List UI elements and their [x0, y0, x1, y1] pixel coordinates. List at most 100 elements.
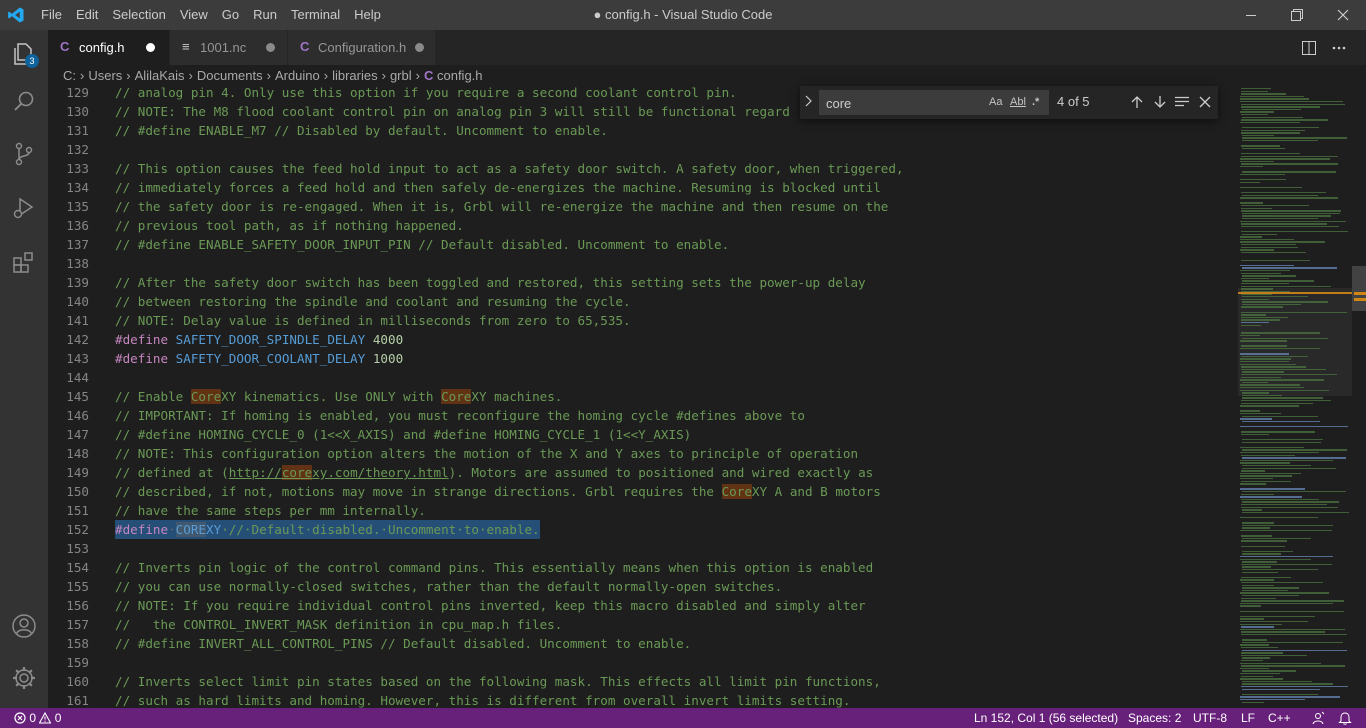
source-control-icon	[15, 142, 33, 166]
explorer-button[interactable]: 3	[0, 30, 48, 78]
problems-indicator[interactable]: 0 0	[14, 708, 61, 728]
minimap-line	[1242, 693, 1318, 696]
feedback-button[interactable]	[1311, 708, 1325, 728]
tab-config-h[interactable]: C config.h	[48, 30, 170, 65]
line-number: 144	[66, 370, 89, 385]
comment-text: XY machines.	[471, 389, 563, 404]
minimap-line	[1240, 410, 1261, 412]
minimap-line	[1242, 569, 1319, 571]
minimap-line	[1241, 600, 1344, 602]
breadcrumb-item[interactable]: Arduino	[275, 68, 320, 83]
unsaved-dot-icon[interactable]	[415, 43, 424, 52]
minimap-line	[1241, 153, 1300, 155]
minimap-line	[1241, 306, 1283, 308]
menu-run[interactable]: Run	[246, 0, 284, 30]
minimap-line	[1240, 389, 1330, 391]
minimap-line	[1240, 418, 1272, 420]
breadcrumb-item[interactable]: config.h	[437, 68, 483, 83]
tab-1001-nc[interactable]: ≡ 1001.nc	[170, 30, 288, 65]
minimap-line	[1241, 272, 1282, 274]
minimap-line	[1240, 160, 1274, 163]
minimap-line	[1240, 340, 1288, 342]
language-mode[interactable]: C++	[1268, 708, 1291, 728]
vertical-scrollbar[interactable]	[1352, 86, 1366, 708]
line-number: 143	[66, 351, 89, 366]
find-in-selection-button[interactable]	[1172, 92, 1192, 112]
next-match-button[interactable]	[1150, 92, 1170, 112]
match-whole-word-button[interactable]: Abl	[1010, 96, 1026, 110]
line-content: // defined at (http://corexy.com/theory.…	[115, 463, 873, 482]
previous-match-button[interactable]	[1127, 92, 1147, 112]
minimap-line	[1242, 566, 1271, 568]
code-line: 139 // After the safety door switch has b…	[48, 273, 1238, 292]
minimap-line	[1240, 202, 1263, 204]
code-editor[interactable]: 129 // analog pin 4. Only use this option…	[48, 86, 1238, 708]
minimap-line	[1240, 238, 1295, 241]
minimap-line	[1240, 696, 1340, 698]
minimap-line	[1242, 688, 1320, 690]
menu-selection[interactable]: Selection	[105, 0, 172, 30]
toggle-replace-button[interactable]	[804, 94, 816, 110]
minimap-line	[1240, 483, 1267, 485]
unsaved-dot-icon[interactable]	[146, 43, 155, 52]
breadcrumb-item[interactable]: grbl	[390, 68, 412, 83]
comment-text: // Inverts select limit pin states based…	[115, 674, 881, 689]
breadcrumb-item[interactable]: Documents	[197, 68, 263, 83]
line-content: // After the safety door switch has been…	[115, 273, 866, 292]
menu-file[interactable]: File	[34, 0, 69, 30]
end-of-line[interactable]: LF	[1241, 708, 1255, 728]
scrollbar-thumb[interactable]	[1352, 266, 1366, 311]
arrow-up-icon	[1131, 96, 1143, 108]
minimap-line	[1242, 511, 1349, 514]
line-number: 146	[66, 408, 89, 423]
minimap-line	[1241, 597, 1277, 599]
minimap-line	[1241, 207, 1272, 209]
breadcrumb-item[interactable]: libraries	[332, 68, 378, 83]
close-find-button[interactable]	[1195, 92, 1215, 112]
menu-go[interactable]: Go	[215, 0, 246, 30]
close-button[interactable]	[1320, 0, 1366, 30]
breadcrumb-item[interactable]: Users	[88, 68, 122, 83]
more-actions-button[interactable]	[1324, 30, 1354, 65]
minimap-line	[1240, 335, 1261, 337]
use-regex-button[interactable]: .*	[1032, 96, 1039, 110]
cursor-position[interactable]: Ln 152, Col 1 (56 selected)	[974, 708, 1118, 728]
encoding[interactable]: UTF-8	[1193, 708, 1227, 728]
split-editor-button[interactable]	[1294, 30, 1324, 65]
breadcrumb-chevron-icon: ›	[126, 68, 131, 83]
minimap-line	[1240, 556, 1333, 558]
minimize-button[interactable]	[1228, 0, 1274, 30]
minimap-line	[1242, 584, 1274, 586]
breadcrumb-item[interactable]: AlilaKais	[135, 68, 185, 83]
run-debug-button[interactable]	[0, 184, 48, 232]
search-button[interactable]	[0, 78, 48, 126]
minimap-line	[1242, 587, 1299, 589]
menu-help[interactable]: Help	[347, 0, 388, 30]
minimap-line	[1242, 449, 1348, 451]
restore-button[interactable]	[1274, 0, 1320, 30]
source-control-button[interactable]	[0, 130, 48, 178]
comment-text: // you can use normally-closed switches,…	[115, 579, 783, 594]
accounts-button[interactable]	[0, 602, 48, 650]
indentation[interactable]: Spaces: 2	[1128, 708, 1181, 728]
line-content: // Enable CoreXY kinematics. Use ONLY wi…	[115, 387, 562, 406]
breadcrumb-item[interactable]: C:	[63, 68, 76, 83]
minimap[interactable]	[1238, 86, 1352, 708]
notifications-button[interactable]	[1338, 708, 1352, 728]
unsaved-dot-icon[interactable]	[266, 43, 275, 52]
macro-name: SAFETY_DOOR_COOLANT_DELAY	[175, 351, 366, 366]
manage-button[interactable]	[0, 654, 48, 702]
minimap-line	[1242, 415, 1318, 417]
tab-configuration-h[interactable]: C Configuration.h	[288, 30, 436, 65]
match-case-button[interactable]: Aa	[989, 96, 1002, 110]
menu-terminal[interactable]: Terminal	[284, 0, 347, 30]
minimap-line	[1242, 595, 1300, 597]
menu-view[interactable]: View	[173, 0, 215, 30]
line-number: 138	[66, 256, 89, 271]
line-number: 161	[66, 693, 89, 708]
menu-edit[interactable]: Edit	[69, 0, 105, 30]
comment-text: // NOTE: The M8 flood coolant control pi…	[115, 104, 790, 119]
extensions-button[interactable]	[0, 238, 48, 286]
code-line: 152 #define·COREXY·//·Default·disabled.·U…	[48, 520, 1238, 539]
code-line: 153	[48, 539, 1238, 558]
